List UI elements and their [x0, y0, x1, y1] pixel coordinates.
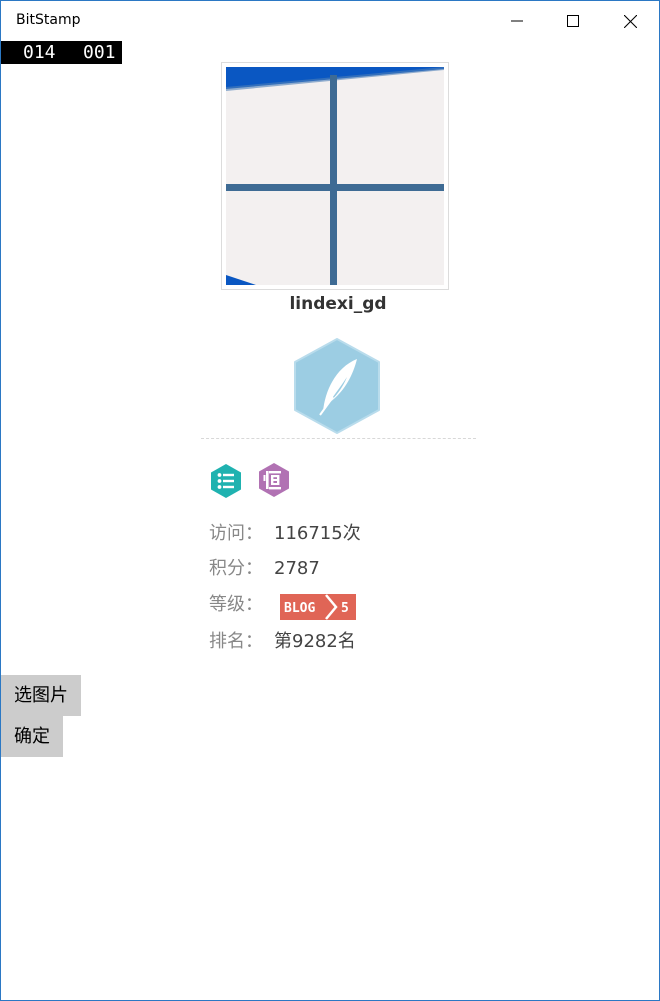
confirm-button[interactable]: 确定: [1, 716, 63, 757]
svg-text:BLOG: BLOG: [284, 601, 315, 616]
feather-icon: [294, 338, 380, 434]
stat-label: 积分：: [209, 558, 263, 579]
window-title: BitStamp: [16, 12, 81, 28]
frame-counter-left: 014: [23, 42, 56, 63]
stat-value: 2787: [274, 558, 320, 579]
windows-logo-icon: [226, 67, 444, 285]
title-bar[interactable]: BitStamp: [1, 1, 659, 41]
maximize-button[interactable]: [545, 1, 601, 41]
stat-label: 访问：: [209, 523, 263, 544]
close-button[interactable]: [602, 1, 658, 41]
svg-text:5: 5: [341, 601, 349, 616]
frame-counter-right: 001: [83, 42, 116, 63]
stat-label: 等级：: [209, 594, 263, 615]
avatar: [221, 62, 449, 290]
maximize-icon: [567, 15, 579, 27]
stat-value: 116715次: [274, 523, 361, 544]
app-window: BitStamp 014 001 lindexi_gd 访问： 116715次 …: [0, 0, 660, 1001]
divider: [201, 438, 476, 439]
pick-image-button[interactable]: 选图片: [1, 675, 81, 716]
frame-rate-counter: 014 001: [1, 41, 122, 64]
close-icon: [623, 14, 637, 28]
username: lindexi_gd: [289, 294, 387, 314]
medal-icon[interactable]: [256, 462, 292, 498]
minimize-button[interactable]: [489, 1, 545, 41]
stat-value: 第9282名: [274, 631, 356, 652]
list-icon[interactable]: [208, 463, 244, 499]
blog-level-badge: BLOG 5: [280, 594, 356, 620]
stat-label: 排名：: [209, 631, 263, 652]
minimize-icon: [511, 20, 523, 22]
